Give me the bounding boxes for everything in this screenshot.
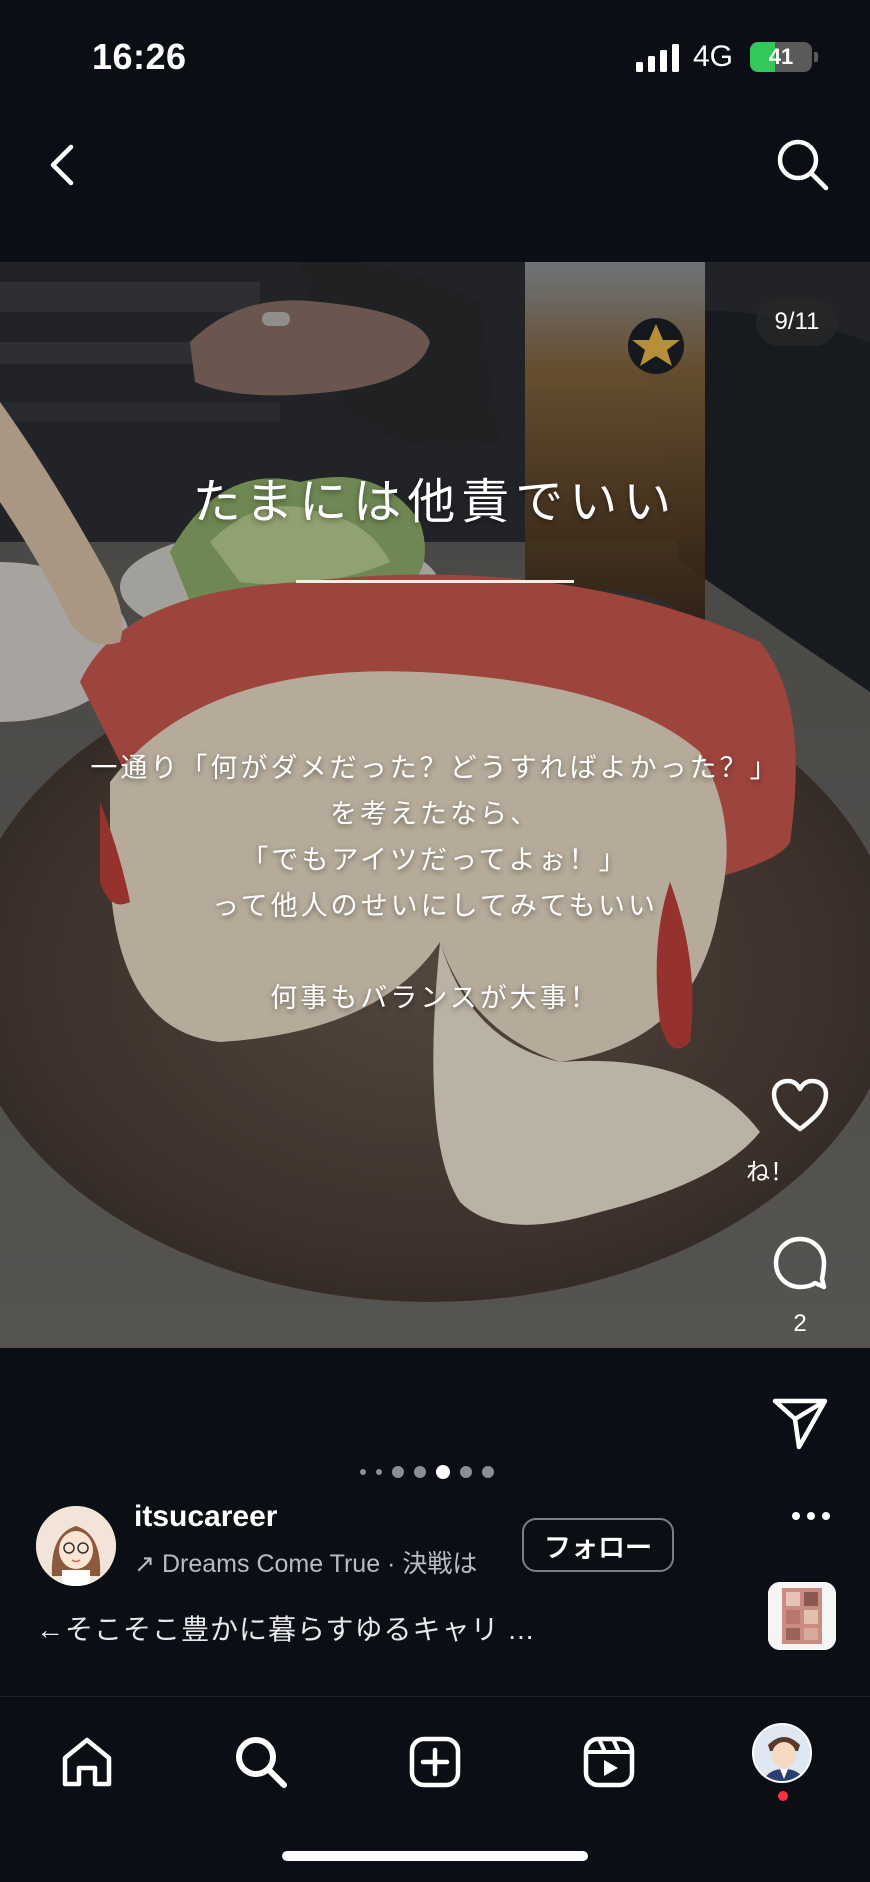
post-caption[interactable]: ←そこそこ豊かに暮らすゆるキャリ ... xyxy=(36,1608,535,1648)
carousel-dot xyxy=(392,1466,404,1478)
overlay-line: を考えたなら、 xyxy=(330,799,540,829)
follow-button[interactable]: フォロー xyxy=(522,1518,674,1572)
image-counter: 9/11 xyxy=(756,298,838,346)
author-username[interactable]: itsucareer xyxy=(134,1500,277,1534)
back-button[interactable] xyxy=(32,130,92,200)
tab-home[interactable] xyxy=(52,1727,122,1797)
tab-create[interactable] xyxy=(400,1727,470,1797)
battery-icon: 41 xyxy=(750,42,812,72)
carousel-dot-active xyxy=(436,1465,450,1479)
network-type: 4G xyxy=(693,40,734,73)
carousel-dot xyxy=(414,1466,426,1478)
search-button[interactable] xyxy=(768,130,838,200)
carousel-dot xyxy=(482,1466,494,1478)
status-bar: 16:26 4G 41 xyxy=(0,0,870,110)
share-button[interactable] xyxy=(760,1388,840,1458)
heart-icon xyxy=(771,1078,829,1132)
signal-icon xyxy=(636,44,679,72)
tab-reels[interactable] xyxy=(574,1727,644,1797)
search-icon xyxy=(777,139,829,191)
overlay-body: 一通り「何がダメだった？どうすればよかった？」 を考えたなら、 「でもアイツだっ… xyxy=(0,745,870,1021)
overlay-line: 「でもアイツだってよぉ！」 xyxy=(241,845,629,875)
battery-percent: 41 xyxy=(768,44,794,69)
music-track-label: Dreams Come True · 決戦は xyxy=(162,1550,478,1578)
home-icon xyxy=(62,1737,112,1787)
tab-search[interactable] xyxy=(226,1727,296,1797)
bottom-tab-bar xyxy=(0,1696,870,1882)
home-indicator xyxy=(282,1851,588,1861)
chevron-left-icon xyxy=(50,144,74,186)
carousel-dot xyxy=(376,1469,382,1475)
top-nav xyxy=(0,110,870,260)
overlay-line: 何事もバランスが大事！ xyxy=(270,983,600,1013)
avatar-illustration xyxy=(36,1506,116,1586)
thumbnail-image xyxy=(768,1582,836,1650)
overlay-line: 一通り「何がダメだった？どうすればよかった？」 xyxy=(90,753,780,783)
music-track[interactable]: ↗ Dreams Come True · 決戦は xyxy=(134,1544,496,1580)
carousel-dot xyxy=(460,1466,472,1478)
comment-button[interactable] xyxy=(760,1228,840,1298)
audio-thumbnail[interactable] xyxy=(768,1582,836,1650)
title-divider xyxy=(296,580,574,583)
notification-dot xyxy=(778,1791,788,1801)
carousel-dot xyxy=(360,1469,366,1475)
comment-count: 2 xyxy=(793,1310,807,1337)
author-row: itsucareer ↗ Dreams Come True · 決戦は フォロー xyxy=(0,1500,870,1590)
trending-arrow-icon: ↗ xyxy=(134,1550,155,1578)
tab-profile[interactable] xyxy=(752,1723,812,1783)
overlay-line xyxy=(0,929,870,975)
paper-plane-icon xyxy=(772,1398,828,1450)
comment-icon xyxy=(773,1236,827,1290)
overlay-line: って他人のせいにしてみてもいい xyxy=(212,891,658,921)
like-button[interactable] xyxy=(760,1070,840,1140)
add-post-icon xyxy=(409,1736,461,1788)
battery-cap xyxy=(814,52,818,62)
search-icon xyxy=(236,1737,287,1788)
author-avatar[interactable] xyxy=(36,1506,116,1586)
reels-icon xyxy=(583,1736,635,1788)
status-time: 16:26 xyxy=(92,36,187,77)
profile-avatar xyxy=(754,1725,810,1781)
like-label: ね！ xyxy=(746,1159,794,1186)
carousel-indicator xyxy=(360,1462,510,1482)
overlay-title: たまには他責でいい xyxy=(192,476,678,529)
